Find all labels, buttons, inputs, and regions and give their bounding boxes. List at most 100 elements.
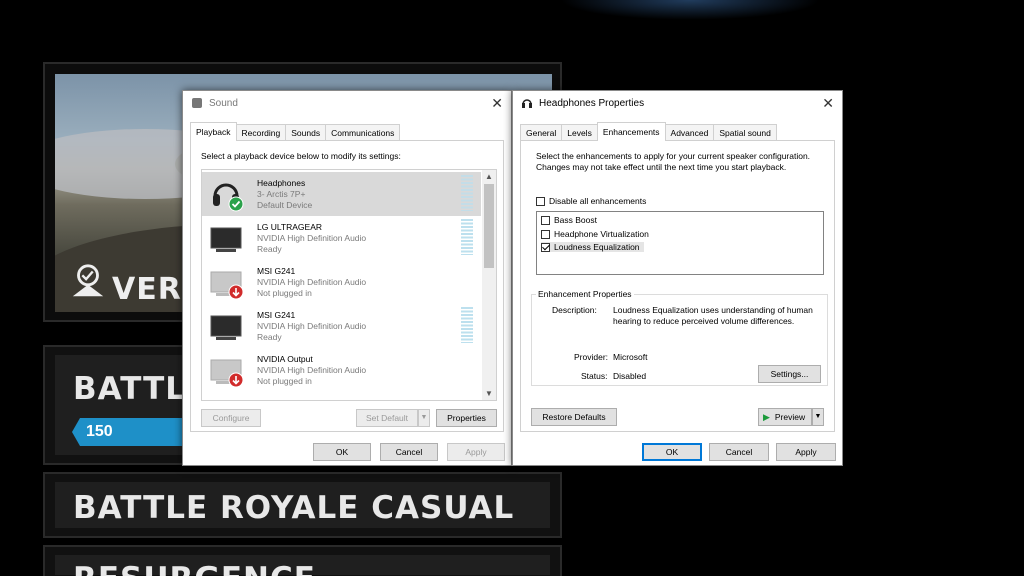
tab-recording[interactable]: Recording [235, 124, 287, 141]
sound-dialog: Sound ✕ Playback Recording Sounds Commun… [182, 90, 512, 466]
tab-advanced[interactable]: Advanced [664, 124, 715, 141]
volume-meter [461, 307, 473, 343]
disable-all-label: Disable all enhancements [549, 196, 647, 206]
status-value: Disabled [613, 371, 647, 381]
enhancements-panel: Select the enhancements to apply for you… [520, 140, 835, 432]
device-driver: NVIDIA High Definition Audio [257, 365, 367, 375]
device-status: Ready [257, 244, 282, 254]
mode-label: BATTLE ROYALE CASUAL [73, 490, 515, 526]
tab-playback[interactable]: Playback [190, 122, 237, 141]
device-name: Headphones [257, 178, 306, 188]
play-icon: ▶ [763, 412, 770, 422]
mode-label: RESURGENCE [73, 561, 316, 576]
background-glow [560, 0, 820, 20]
set-default-dropdown-icon[interactable]: ▼ [418, 409, 430, 427]
device-list-scrollbar[interactable]: ▲ ▼ [482, 170, 496, 400]
close-icon[interactable]: ✕ [822, 95, 834, 112]
device-lg-ultragear[interactable]: LG ULTRAGEAR NVIDIA High Definition Audi… [202, 216, 481, 260]
configure-button[interactable]: Configure [201, 409, 261, 427]
properties-title: Headphones Properties [539, 97, 645, 109]
device-driver: NVIDIA High Definition Audio [257, 321, 367, 331]
disable-all-checkbox[interactable]: Disable all enhancements [536, 196, 647, 207]
provider-label: Provider: [574, 352, 609, 362]
sound-cancel-button[interactable]: Cancel [380, 443, 438, 461]
enhancement-bass-boost[interactable]: Bass Boost [541, 215, 597, 226]
enhancement-label: Loudness Equalization [554, 242, 640, 252]
sound-ok-button[interactable]: OK [313, 443, 371, 461]
provider-value: Microsoft [613, 352, 648, 362]
headphones-small-icon [522, 99, 532, 108]
enhancement-headphone-virtualization[interactable]: Headphone Virtualization [541, 229, 649, 240]
device-msi-g241-ready[interactable]: MSI G241 NVIDIA High Definition Audio Re… [202, 304, 481, 348]
tab-enhancements[interactable]: Enhancements [596, 122, 666, 141]
monitor-icon [210, 271, 244, 300]
checkbox[interactable] [541, 216, 550, 226]
volume-meter [461, 175, 473, 211]
mode-resurgence[interactable]: RESURGENCE [43, 545, 562, 576]
device-headphones[interactable]: Headphones 3- Arctis 7P+ Default Device [202, 172, 481, 216]
device-nvidia-output[interactable]: NVIDIA Output NVIDIA High Definition Aud… [202, 348, 481, 392]
enhancement-loudness-equalization[interactable]: Loudness Equalization [541, 242, 644, 253]
properties-button[interactable]: Properties [436, 409, 497, 427]
enhancements-list[interactable]: Bass Boost Headphone Virtualization Loud… [536, 211, 824, 275]
device-status: Default Device [257, 200, 313, 210]
sound-titlebar[interactable]: Sound ✕ [183, 91, 511, 115]
preview-button[interactable]: ▶ Preview [758, 408, 812, 426]
restore-defaults-button[interactable]: Restore Defaults [531, 408, 617, 426]
enhancement-properties-group: Enhancement Properties Description: Loud… [531, 289, 828, 386]
properties-cancel-button[interactable]: Cancel [709, 443, 769, 461]
sound-tabs: Playback Recording Sounds Communications [190, 122, 401, 141]
description-text: Loudness Equalization uses understanding… [613, 305, 813, 326]
settings-button[interactable]: Settings... [758, 365, 821, 383]
monitor-icon [210, 359, 244, 388]
device-status: Ready [257, 332, 282, 342]
device-name: NVIDIA Output [257, 354, 313, 364]
device-name: MSI G241 [257, 310, 296, 320]
close-icon[interactable]: ✕ [491, 95, 503, 112]
description-label: Description: [552, 305, 597, 315]
speaker-icon [192, 98, 202, 108]
scroll-down-icon[interactable]: ▼ [485, 389, 493, 398]
sound-apply-button[interactable]: Apply [447, 443, 505, 461]
tab-levels[interactable]: Levels [561, 124, 598, 141]
volume-meter [461, 219, 473, 255]
tab-spatial-sound[interactable]: Spatial sound [713, 124, 777, 141]
set-default-button[interactable]: Set Default [356, 409, 418, 427]
device-status: Not plugged in [257, 288, 312, 298]
device-msi-g241-unplugged[interactable]: MSI G241 NVIDIA High Definition Audio No… [202, 260, 481, 304]
mode-battle-royale-casual[interactable]: BATTLE ROYALE CASUAL [43, 472, 562, 538]
properties-titlebar[interactable]: Headphones Properties ✕ [513, 91, 842, 115]
group-title: Enhancement Properties [536, 289, 634, 299]
device-name: MSI G241 [257, 266, 296, 276]
properties-tabs: General Levels Enhancements Advanced Spa… [520, 122, 777, 141]
instruction-text: Select a playback device below to modify… [201, 151, 401, 161]
sound-title: Sound [209, 97, 238, 109]
monitor-icon [210, 227, 242, 252]
players-badge: 150 PLAYERS [72, 418, 187, 446]
preview-label: Preview [774, 412, 806, 422]
headphones-icon [213, 183, 244, 212]
tab-general[interactable]: General [520, 124, 563, 141]
tab-communications[interactable]: Communications [325, 124, 401, 141]
scroll-thumb[interactable] [484, 184, 494, 268]
enhancement-label: Bass Boost [554, 215, 597, 225]
checkbox[interactable] [541, 243, 550, 253]
properties-apply-button[interactable]: Apply [776, 443, 836, 461]
monitor-icon [210, 315, 242, 340]
device-name: LG ULTRAGEAR [257, 222, 323, 232]
device-status: Not plugged in [257, 376, 312, 386]
properties-ok-button[interactable]: OK [642, 443, 702, 461]
tab-sounds[interactable]: Sounds [285, 124, 327, 141]
playback-panel: Select a playback device below to modify… [190, 140, 504, 432]
status-label: Status: [581, 371, 608, 381]
device-driver: NVIDIA High Definition Audio [257, 233, 367, 243]
scroll-up-icon[interactable]: ▲ [485, 172, 493, 181]
preview-dropdown-icon[interactable]: ▼ [812, 408, 824, 426]
checkbox[interactable] [541, 230, 550, 240]
headphones-properties-dialog: Headphones Properties ✕ General Levels E… [512, 90, 843, 466]
checkbox[interactable] [536, 197, 545, 207]
device-list[interactable]: Headphones 3- Arctis 7P+ Default Device … [201, 169, 497, 401]
device-driver: NVIDIA High Definition Audio [257, 277, 367, 287]
location-pin-icon [72, 264, 104, 297]
enhancements-intro: Select the enhancements to apply for you… [536, 151, 811, 172]
